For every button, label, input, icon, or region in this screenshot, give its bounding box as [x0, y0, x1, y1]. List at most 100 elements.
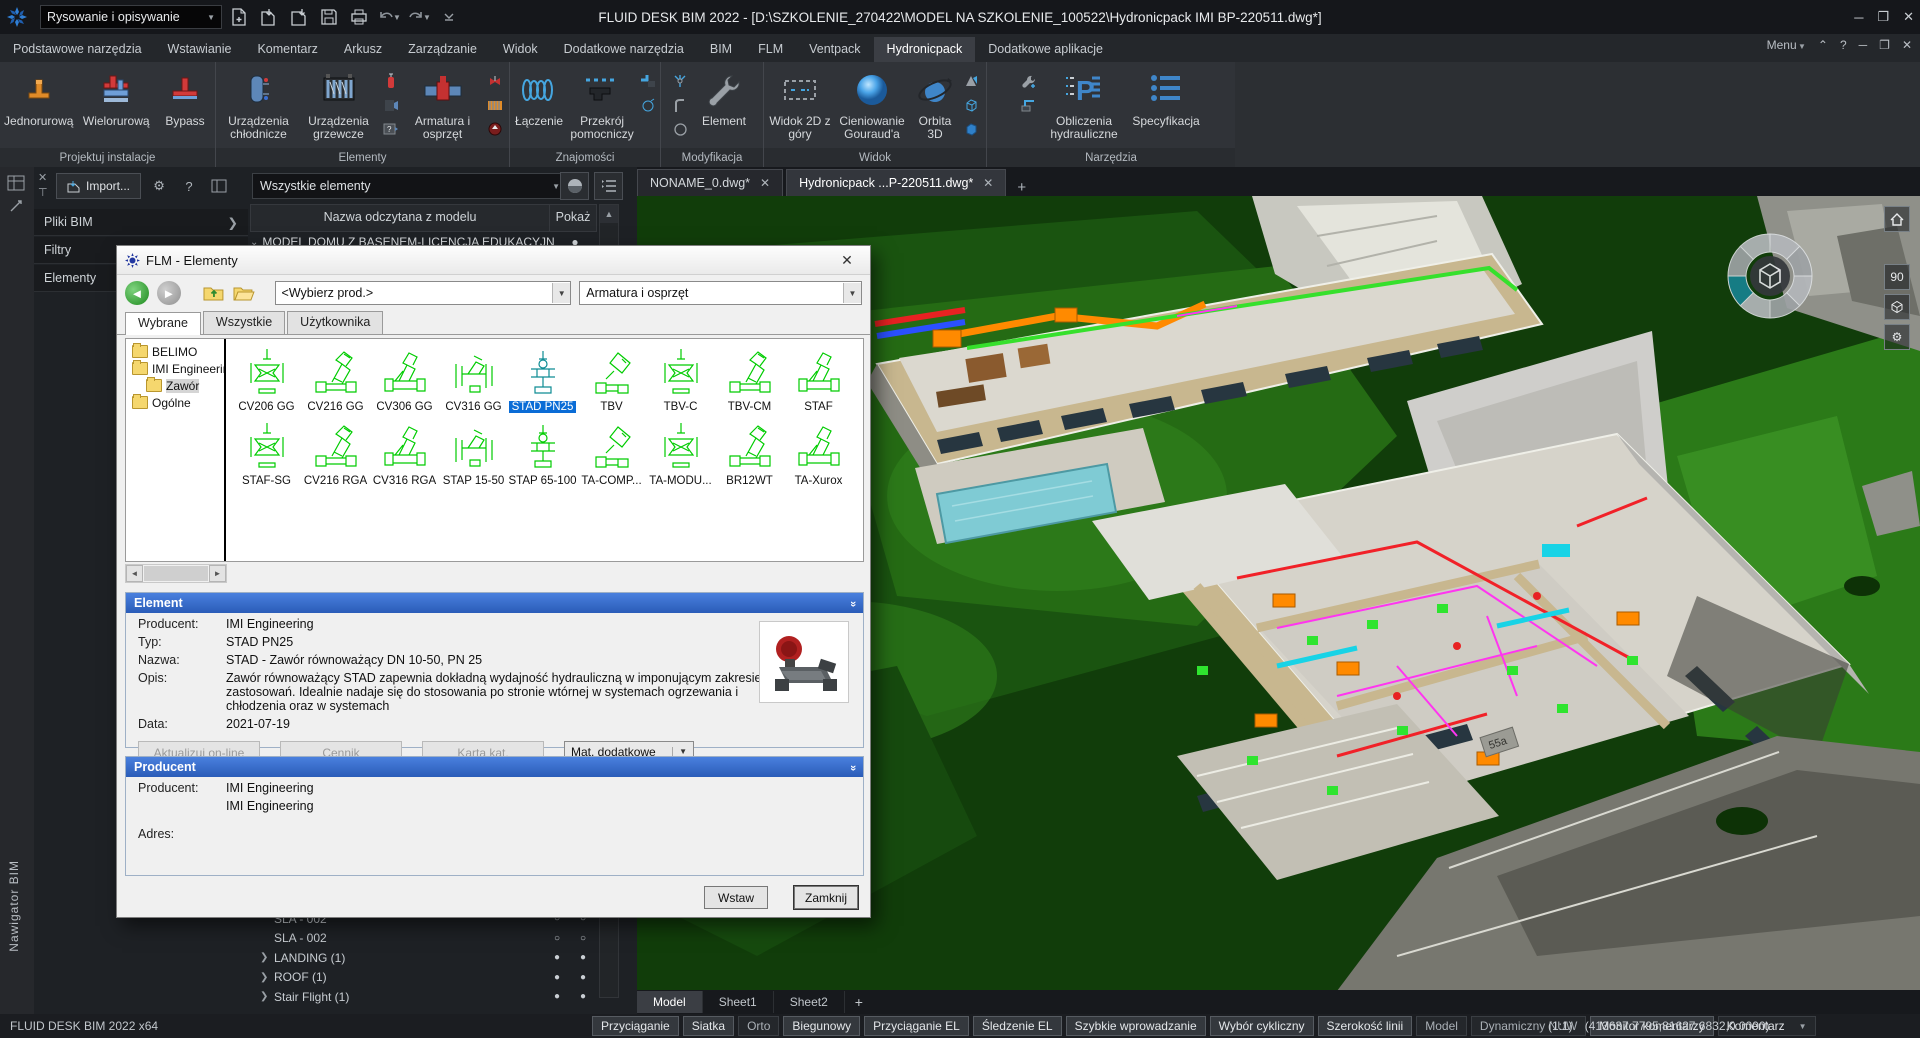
orbita-3d-button[interactable]: Orbita 3D: [911, 66, 959, 141]
state-dot-icon[interactable]: ○: [570, 933, 596, 944]
tree-header-show-column[interactable]: Pokaż: [550, 205, 596, 231]
status-toggle-biegunowy[interactable]: Biegunowy: [783, 1016, 860, 1036]
armatura-i-osprzet-button[interactable]: Armatura i osprzęt: [403, 66, 483, 141]
dialog-title-bar[interactable]: FLM - Elementy ✕: [117, 246, 870, 275]
product-stap-65-100[interactable]: STAP 65-100: [508, 419, 577, 487]
product-tbv-c[interactable]: TBV-C: [646, 345, 715, 413]
circle-tool-icon[interactable]: [670, 120, 690, 138]
product-stad-pn25[interactable]: STAD PN25: [508, 345, 577, 413]
minimize-window-icon[interactable]: ─: [1854, 10, 1863, 25]
table-row[interactable]: SLA - 002○○: [260, 929, 596, 949]
layout-tab-sheet2[interactable]: Sheet2: [774, 991, 845, 1013]
product-ta-xurox[interactable]: TA-Xurox: [784, 419, 853, 487]
producer-section-header[interactable]: Producent »: [126, 757, 863, 777]
scroll-left-icon[interactable]: ◄: [126, 565, 143, 582]
element-section-header[interactable]: Element »: [126, 593, 863, 613]
chevron-right-icon[interactable]: ❯: [260, 952, 274, 963]
boiler-small-icon[interactable]: [381, 96, 401, 114]
properties-icon[interactable]: [9, 199, 23, 216]
scroll-thumb[interactable]: [144, 566, 208, 581]
pump-icon[interactable]: [485, 120, 505, 138]
status-toggle-szerokość-linii[interactable]: Szerokość linii: [1318, 1016, 1413, 1036]
back-button[interactable]: ◄: [125, 281, 149, 305]
plot-button[interactable]: [346, 5, 372, 29]
extinguisher-icon[interactable]: [381, 72, 401, 90]
close-tab-icon[interactable]: ✕: [983, 176, 993, 190]
category-combo[interactable]: Armatura i osprzęt ▼: [579, 281, 862, 305]
chevron-down-icon[interactable]: ▼: [672, 747, 687, 756]
product-cv216-rga[interactable]: CV216 RGA: [301, 419, 370, 487]
sprinkler-icon[interactable]: [670, 72, 690, 90]
undo-button[interactable]: ▼: [376, 5, 402, 29]
element-button[interactable]: Element: [692, 66, 756, 128]
palette-grid-icon[interactable]: [7, 175, 25, 194]
import-button[interactable]: Import...: [56, 173, 141, 199]
pipe-riser-icon[interactable]: [670, 96, 690, 114]
toolbar-options-button[interactable]: [436, 5, 462, 29]
new-document-tab-button[interactable]: +: [1009, 179, 1034, 196]
obliczenia-hydrauliczne-button[interactable]: P Obliczenia hydrauliczne: [1041, 66, 1127, 141]
visibility-dot-icon[interactable]: ●: [544, 991, 570, 1002]
wrench-add-icon[interactable]: [1019, 72, 1039, 90]
status-toggle-wybór-cykliczny[interactable]: Wybór cykliczny: [1210, 1016, 1314, 1036]
product-cv306-gg[interactable]: CV306 GG: [370, 345, 439, 413]
pipe-fitting-small-icon[interactable]: [638, 72, 658, 90]
dialog-close-icon[interactable]: ✕: [832, 252, 862, 269]
save-button[interactable]: [316, 5, 342, 29]
producer-combo[interactable]: <Wybierz prod.> ▼: [275, 281, 572, 305]
pipe-box-icon[interactable]: [1019, 96, 1039, 114]
product-ta-modu-[interactable]: TA-MODU...: [646, 419, 715, 487]
cieniowanie-button[interactable]: Cieniowanie Gouraud'a: [833, 66, 911, 141]
maximize-window-icon[interactable]: ❐: [1877, 9, 1889, 25]
tree-item-belimo[interactable]: BELIMO: [126, 343, 224, 360]
ribbon-tab-komentarz[interactable]: Komentarz: [244, 37, 330, 62]
ribbon-tab-flm[interactable]: FLM: [745, 37, 796, 62]
restore-document-icon[interactable]: ❐: [1879, 38, 1890, 52]
close-tab-icon[interactable]: ✕: [760, 176, 770, 190]
product-cv206-gg[interactable]: CV206 GG: [232, 345, 301, 413]
specyfikacja-button[interactable]: Specyfikacja: [1127, 66, 1205, 128]
minimize-document-icon[interactable]: ─: [1859, 38, 1868, 52]
status-toggle-śledzenie-el[interactable]: Śledzenie EL: [973, 1016, 1062, 1036]
gear-icon[interactable]: ⚙: [147, 174, 171, 198]
shaded-view-icon[interactable]: [961, 72, 981, 90]
collapse-ribbon-icon[interactable]: ⌃: [1818, 38, 1828, 52]
product-ta-comp-[interactable]: TA-COMP...: [577, 419, 646, 487]
ribbon-tab-dodatkowe-narzędzia[interactable]: Dodatkowe narzędzia: [551, 37, 697, 62]
product-br12wt[interactable]: BR12WT: [715, 419, 784, 487]
przekroj-pomocniczy-button[interactable]: Przekrój pomocniczy: [568, 66, 636, 141]
ribbon-tab-bim[interactable]: BIM: [697, 37, 745, 62]
navigation-wheel[interactable]: [1724, 230, 1816, 322]
panel-layout-icon[interactable]: [207, 174, 231, 198]
help-icon[interactable]: ?: [1840, 38, 1847, 52]
dialog-tab-użytkownika[interactable]: Użytkownika: [287, 311, 383, 334]
visibility-dot-icon[interactable]: ●: [544, 952, 570, 963]
dialog-tab-wybrane[interactable]: Wybrane: [125, 312, 201, 335]
tree-horizontal-scrollbar[interactable]: ◄ ►: [125, 564, 227, 583]
status-toggle-szybkie-wprowadzanie[interactable]: Szybkie wprowadzanie: [1066, 1016, 1206, 1036]
tree-item-ogólne[interactable]: Ogólne: [126, 394, 224, 411]
table-row[interactable]: ❯ROOF (1)●●: [260, 968, 596, 988]
open-file-button[interactable]: [256, 5, 282, 29]
rotation-badge[interactable]: 90: [1884, 264, 1910, 290]
product-staf-sg[interactable]: STAF-SG: [232, 419, 301, 487]
table-row[interactable]: ❯LANDING (1)●●: [260, 948, 596, 968]
ribbon-tab-ventpack[interactable]: Ventpack: [796, 37, 873, 62]
status-toggle-przyciąganie-el[interactable]: Przyciąganie EL: [864, 1016, 969, 1036]
viewport-gear-icon[interactable]: ⚙: [1884, 324, 1910, 350]
chevron-right-icon[interactable]: ❯: [260, 972, 274, 983]
product-staf[interactable]: STAF: [784, 345, 853, 413]
solid-cube-icon[interactable]: [961, 120, 981, 138]
layout-tab-model[interactable]: Model: [637, 991, 703, 1013]
chevron-down-icon[interactable]: ▼: [393, 13, 401, 22]
status-toggle-przyciąganie[interactable]: Przyciąganie: [592, 1016, 679, 1036]
product-tbv-cm[interactable]: TBV-CM: [715, 345, 784, 413]
wireframe-cube-icon[interactable]: [961, 96, 981, 114]
product-cv316-rga[interactable]: CV316 RGA: [370, 419, 439, 487]
forward-button[interactable]: ►: [157, 281, 181, 305]
add-sheet-button[interactable]: +: [845, 994, 873, 1010]
chevron-right-icon[interactable]: ❯: [260, 991, 274, 1002]
ribbon-tab-arkusz[interactable]: Arkusz: [331, 37, 395, 62]
element-filter-combo[interactable]: Wszystkie elementy ▼: [252, 173, 568, 199]
laczenie-button[interactable]: Łączenie: [510, 66, 568, 128]
